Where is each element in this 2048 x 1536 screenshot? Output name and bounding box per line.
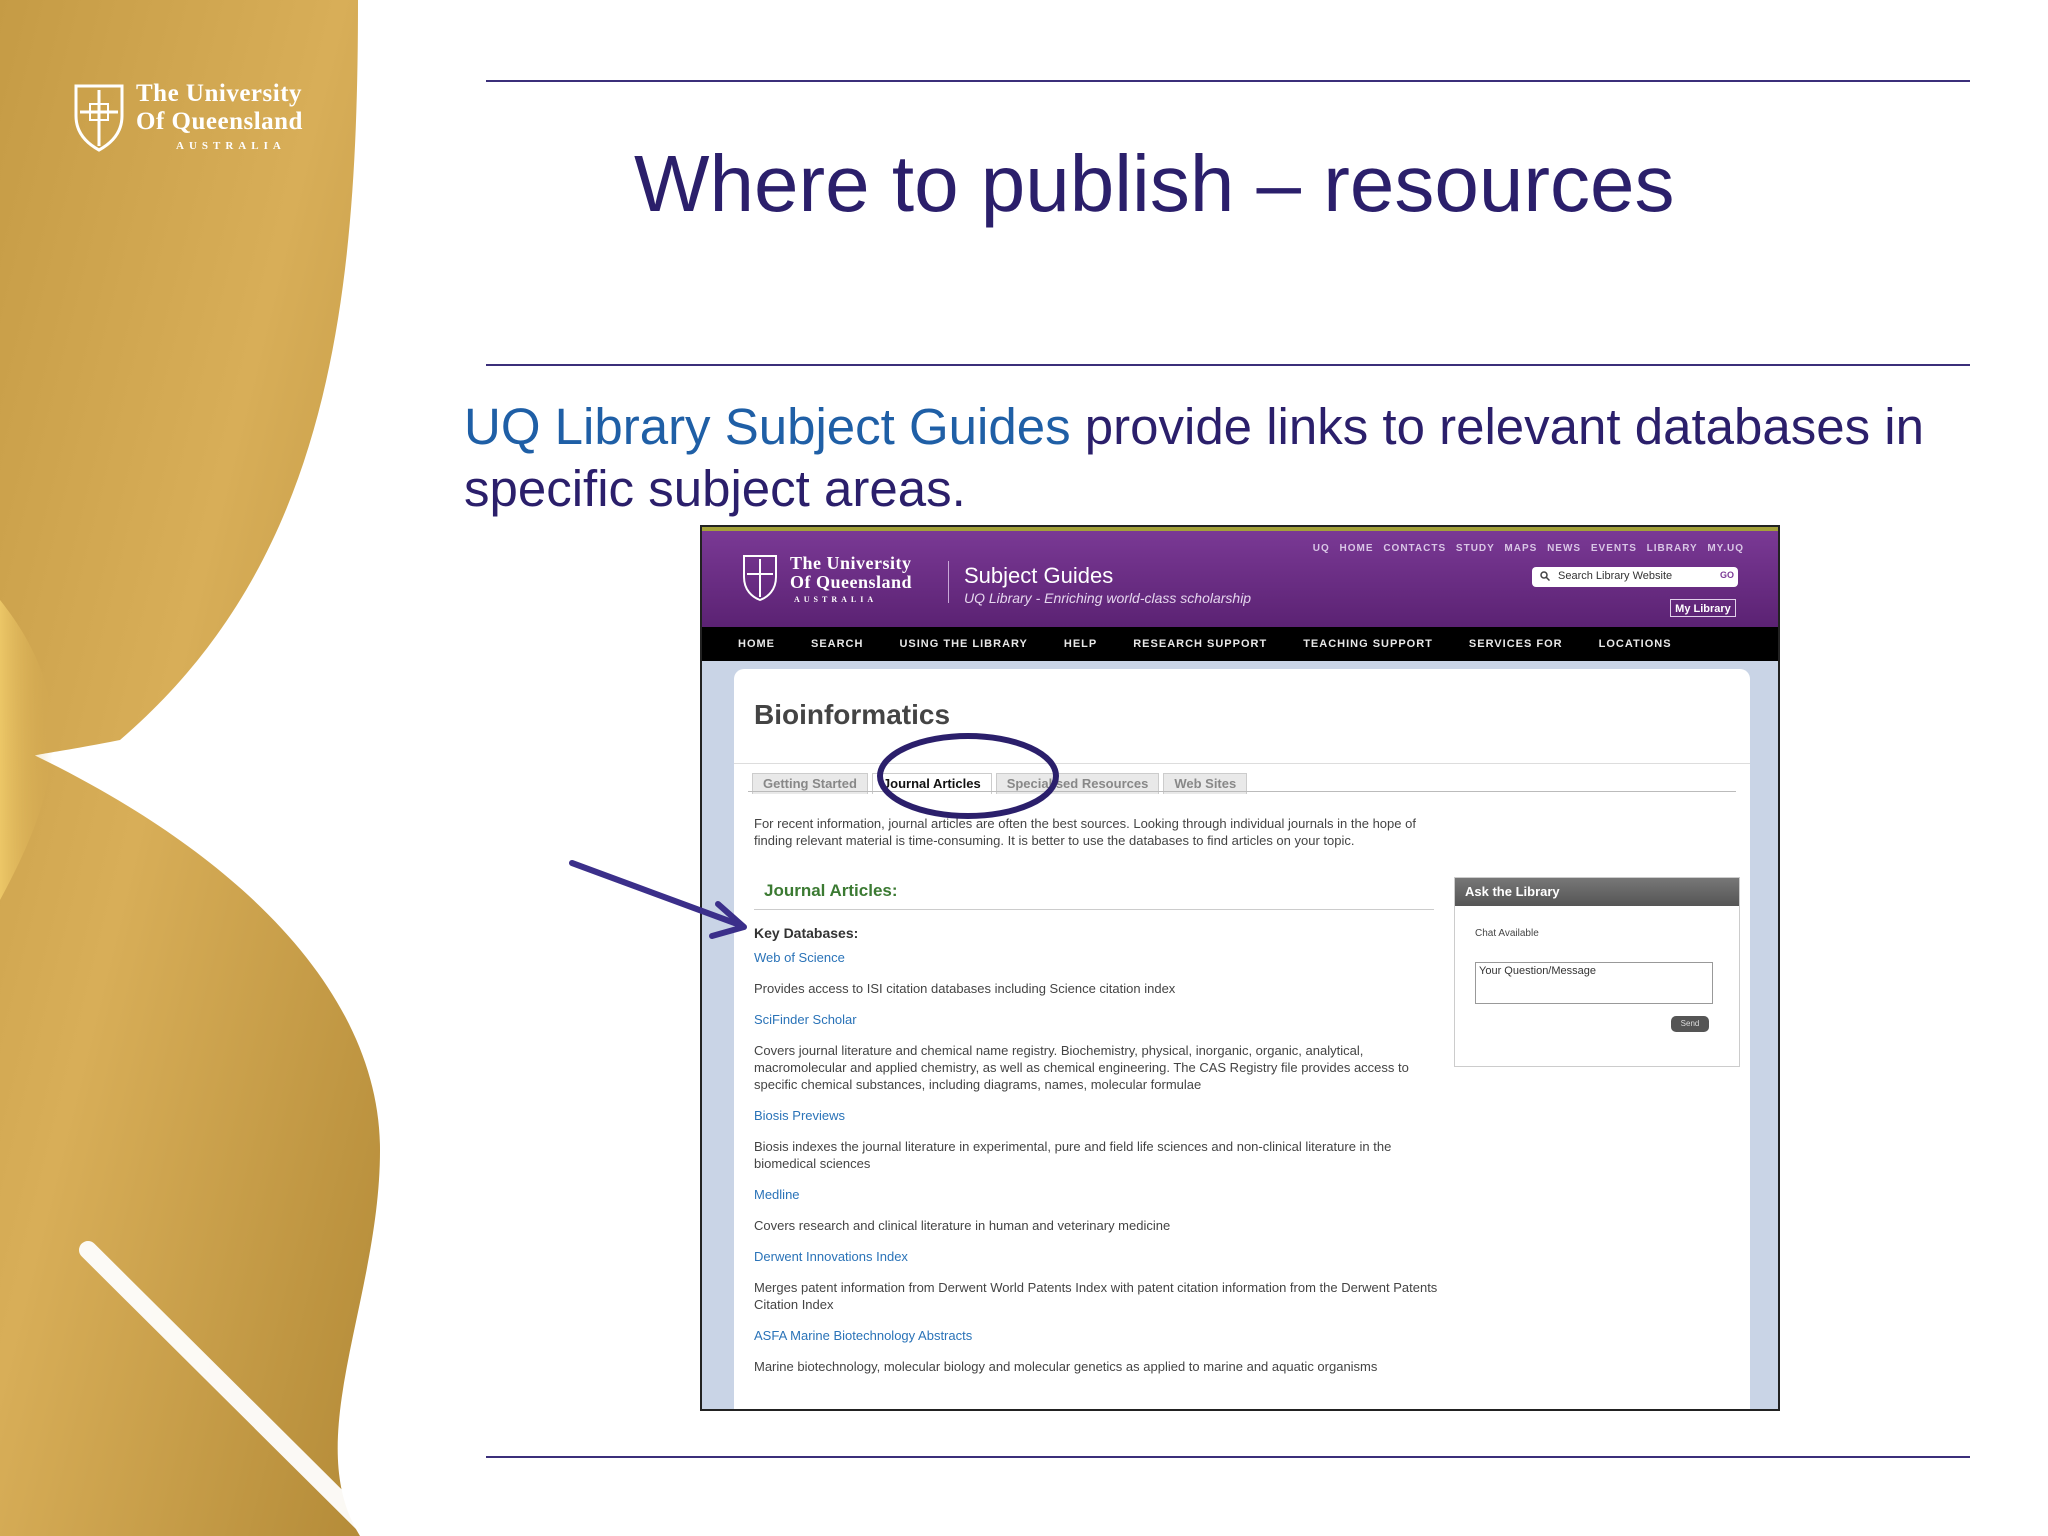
- pointer-arrow: [569, 860, 743, 928]
- highlight-ellipse: [877, 733, 1059, 819]
- annotation-overlay: [569, 733, 1059, 939]
